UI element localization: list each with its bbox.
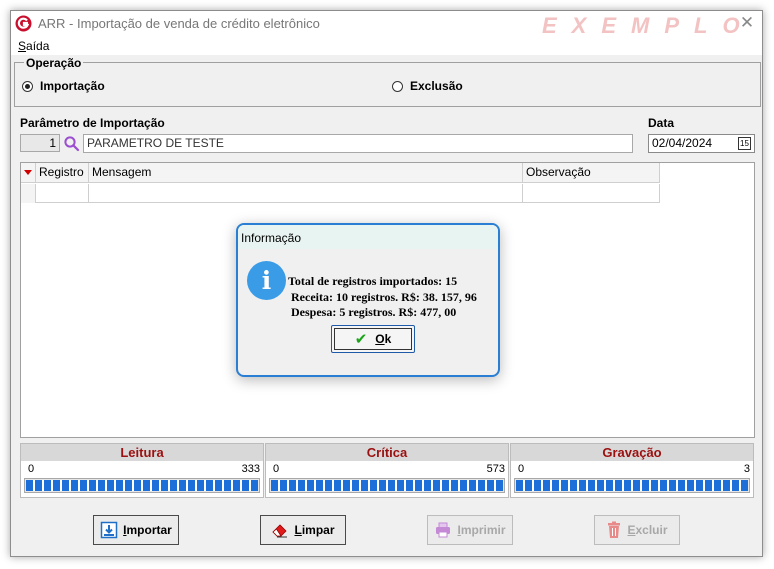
progress-gravacao: Gravação 0 3: [510, 443, 754, 498]
grid-cell[interactable]: [523, 184, 660, 203]
data-label: Data: [648, 116, 675, 130]
trash-icon: [608, 521, 621, 538]
eraser-icon: [272, 524, 288, 538]
search-icon[interactable]: [63, 135, 80, 152]
progress-critica: Crítica 0 573: [265, 443, 509, 498]
date-value: 02/04/2024: [652, 136, 713, 150]
progress-critica-min: 0: [273, 463, 280, 475]
grid-cell[interactable]: [36, 184, 89, 203]
excluir-label: xcluir: [635, 523, 668, 537]
window-title: ARR - Importação de venda de crédito ele…: [38, 16, 320, 31]
date-field[interactable]: 02/04/2024 15: [648, 134, 755, 153]
app-logo-icon: [15, 15, 32, 32]
importar-button[interactable]: Importar: [93, 515, 179, 545]
close-icon[interactable]: ✕: [737, 14, 757, 34]
check-icon: ✔: [354, 331, 368, 348]
progress-critica-bar: [269, 478, 505, 493]
column-header-observacao[interactable]: Observação: [523, 163, 660, 183]
progress-critica-label: Crítica: [266, 444, 508, 461]
import-icon: [100, 521, 118, 539]
printer-icon: [436, 522, 451, 538]
dialog-message-line: Receita: 10 registros. R$: 38. 157, 96: [291, 290, 477, 304]
dialog-title: Informação: [238, 225, 498, 249]
menu-saida-label: aída: [26, 39, 50, 53]
radio-exclusao-label: Exclusão: [410, 79, 463, 93]
info-dialog: Informação i Total de registros importad…: [236, 223, 500, 377]
progress-leitura-max: 333: [241, 463, 260, 475]
grid-menu-button[interactable]: [21, 163, 36, 183]
dialog-message-line: Total de registros importados: 15: [288, 274, 458, 288]
excluir-button[interactable]: Excluir: [594, 515, 680, 545]
limpar-button[interactable]: Limpar: [260, 515, 346, 545]
menu-bar: Saída: [11, 37, 762, 55]
limpar-mnemonic: L: [294, 523, 302, 537]
progress-gravacao-min: 0: [518, 463, 525, 475]
info-icon: i: [247, 261, 286, 300]
progress-leitura-bar: [24, 478, 260, 493]
table-row[interactable]: [21, 184, 660, 203]
progress-critica-max: 573: [486, 463, 505, 475]
progress-gravacao-label: Gravação: [511, 444, 753, 461]
watermark-text: EXEMPLO: [542, 13, 755, 38]
radio-importacao-label: Importação: [40, 79, 105, 93]
radio-importacao-dot[interactable]: [22, 80, 33, 92]
radio-exclusao[interactable]: Exclusão: [392, 79, 463, 93]
column-header-registro[interactable]: Registro: [36, 163, 89, 183]
menu-saida[interactable]: Saída: [18, 39, 49, 53]
parametro-code-field[interactable]: 1: [20, 134, 60, 152]
progress-leitura-min: 0: [28, 463, 35, 475]
ok-label: k: [384, 332, 392, 346]
dialog-message-line: Despesa: 5 registros. R$: 477, 00: [291, 305, 457, 319]
ok-mnemonic: O: [375, 332, 385, 346]
column-header-mensagem[interactable]: Mensagem: [89, 163, 523, 183]
excluir-mnemonic: E: [627, 523, 636, 537]
importar-label: mportar: [126, 523, 172, 537]
grid-cell[interactable]: [89, 184, 523, 203]
ok-button[interactable]: ✔ Ok: [331, 325, 415, 353]
progress-gravacao-max: 3: [743, 463, 750, 475]
main-window: ARR - Importação de venda de crédito ele…: [10, 10, 763, 557]
imprimir-button[interactable]: Imprimir: [427, 515, 513, 545]
progress-gravacao-fill: [516, 480, 748, 491]
title-bar: ARR - Importação de venda de crédito ele…: [11, 11, 762, 38]
operacao-group: Operação Importação Exclusão: [14, 56, 761, 107]
progress-gravacao-bar: [514, 478, 750, 493]
row-indicator: [21, 184, 36, 203]
progress-leitura-fill: [26, 480, 258, 491]
grid-header: Registro Mensagem Observação: [21, 163, 660, 183]
dropdown-arrow-icon: [24, 170, 32, 175]
calendar-icon[interactable]: 15: [738, 137, 751, 150]
radio-importacao[interactable]: Importação: [22, 79, 105, 93]
imprimir-label: mprimir: [460, 523, 506, 537]
progress-leitura: Leitura 0 333: [20, 443, 264, 498]
parametro-label: Parâmetro de Importação: [20, 116, 165, 130]
menu-saida-mnemonic: S: [18, 39, 27, 53]
operacao-label: Operação: [24, 56, 84, 70]
limpar-label: impar: [301, 523, 335, 537]
parametro-description-field[interactable]: PARAMETRO DE TESTE: [83, 134, 633, 153]
progress-leitura-label: Leitura: [21, 444, 263, 461]
progress-critica-fill: [271, 480, 503, 491]
radio-exclusao-dot[interactable]: [392, 80, 403, 92]
